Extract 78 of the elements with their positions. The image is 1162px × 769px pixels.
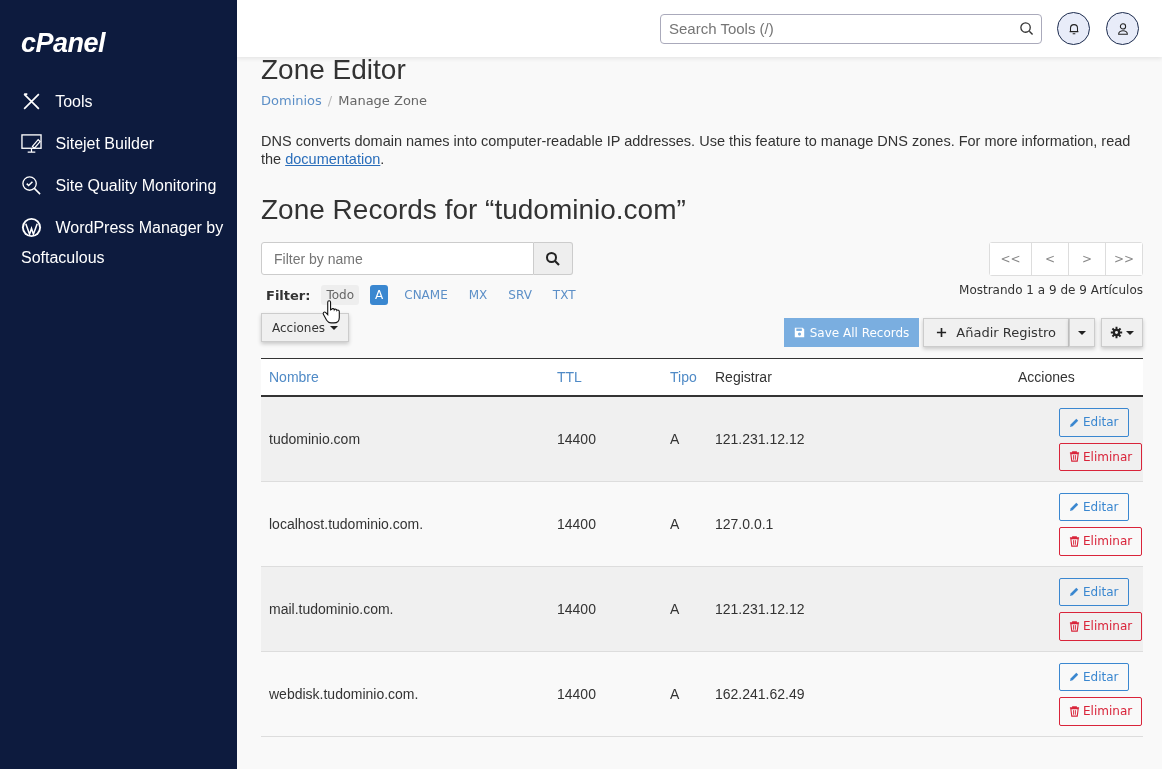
delete-button[interactable]: Eliminar bbox=[1059, 697, 1143, 726]
table-cell: A bbox=[662, 396, 707, 481]
trash-icon bbox=[1069, 705, 1080, 717]
table-cell: tudominio.com bbox=[261, 396, 549, 481]
column-header: Registrar bbox=[707, 358, 950, 396]
settings-button[interactable] bbox=[1101, 318, 1143, 347]
table-cell: 127.0.0.1 bbox=[707, 481, 950, 566]
wordpress-icon bbox=[21, 217, 42, 238]
trash-icon bbox=[1069, 535, 1080, 547]
sidebar-item[interactable]: Sitejet Builder bbox=[21, 129, 226, 159]
magnifier-icon bbox=[21, 175, 42, 196]
trash-icon bbox=[1069, 620, 1080, 632]
table-cell: 121.231.12.12 bbox=[707, 396, 950, 481]
pencil-icon bbox=[1069, 416, 1080, 428]
settings-icon bbox=[1110, 326, 1123, 339]
breadcrumb-item: Manage Zone bbox=[338, 93, 428, 108]
pencil-icon bbox=[1069, 671, 1080, 683]
table-cell: A bbox=[662, 566, 707, 651]
edit-button[interactable]: Editar bbox=[1059, 662, 1129, 691]
search-field[interactable]: Search Tools (/) bbox=[660, 13, 1042, 44]
search-button[interactable] bbox=[534, 242, 573, 275]
filter-tab[interactable]: TXT bbox=[547, 285, 581, 305]
filter-tab[interactable]: MX bbox=[463, 285, 493, 305]
edit-button[interactable]: Editar bbox=[1059, 408, 1129, 437]
trash-icon bbox=[1069, 451, 1080, 463]
table-cell: 14400 bbox=[549, 651, 662, 736]
actions-dropdown[interactable]: Acciones bbox=[261, 313, 350, 342]
delete-button[interactable]: Eliminar bbox=[1059, 612, 1143, 641]
table-cell: 14400 bbox=[549, 396, 662, 481]
column-header: Acciones bbox=[949, 358, 1143, 396]
add-options-button[interactable] bbox=[1069, 318, 1095, 347]
filter-tab[interactable]: CNAME bbox=[399, 285, 453, 305]
table-cell: 14400 bbox=[549, 481, 662, 566]
pagination-info: Mostrando 1 a 9 de 9 Artículos bbox=[959, 283, 1143, 297]
filter-tab[interactable]: SRV bbox=[503, 285, 537, 305]
user-button[interactable] bbox=[1106, 12, 1139, 45]
pencil-icon bbox=[1069, 501, 1080, 513]
table-cell: localhost.tudominio.com. bbox=[261, 481, 549, 566]
edit-button[interactable]: Editar bbox=[1059, 492, 1129, 521]
add-record-button[interactable]: Añadir Registro bbox=[923, 318, 1069, 347]
monitor-icon bbox=[21, 133, 42, 154]
page-title: Zone Editor bbox=[261, 53, 407, 87]
search-icon bbox=[545, 250, 561, 267]
edit-button[interactable]: Editar bbox=[1059, 577, 1129, 606]
table-cell: mail.tudominio.com. bbox=[261, 566, 549, 651]
filter-field[interactable]: Filter by name bbox=[261, 242, 534, 275]
breadcrumb-item[interactable]: Dominios bbox=[261, 93, 322, 108]
column-header[interactable]: Tipo bbox=[662, 358, 707, 396]
pencil-icon bbox=[1069, 586, 1080, 598]
sidebar-item[interactable]: Site Quality Monitoring bbox=[21, 171, 226, 201]
pagination-button[interactable]: >> bbox=[1105, 243, 1142, 275]
sidebar-item[interactable]: WordPress Manager by Softaculous bbox=[21, 213, 226, 273]
tools-icon bbox=[21, 91, 42, 112]
plus-icon bbox=[936, 327, 948, 338]
sidebar-item[interactable]: Tools bbox=[21, 87, 226, 117]
filter-tab[interactable]: A bbox=[370, 285, 389, 305]
section-title: Zone Records for “tudominio.com” bbox=[261, 194, 687, 226]
save-all-button[interactable]: Save All Records bbox=[783, 318, 920, 347]
logo[interactable]: cPanel bbox=[21, 28, 106, 59]
table-cell: A bbox=[662, 481, 707, 566]
filter-tab[interactable]: Todo bbox=[321, 285, 360, 305]
intro-text: DNS converts domain names into computer-readable IP addresses. Use this feature to manage DNS zones. For more information, read the documentation. bbox=[261, 132, 1132, 168]
search-icon bbox=[1019, 20, 1034, 36]
delete-button[interactable]: Eliminar bbox=[1059, 442, 1143, 471]
user-icon bbox=[1115, 21, 1130, 36]
delete-button[interactable]: Eliminar bbox=[1059, 527, 1143, 556]
breadcrumb-separator: / bbox=[327, 93, 333, 108]
table-cell: 162.241.62.49 bbox=[707, 651, 950, 736]
notifications-button[interactable] bbox=[1057, 12, 1090, 45]
column-header[interactable]: TTL bbox=[549, 358, 662, 396]
filter-label: Filter: bbox=[266, 287, 311, 303]
table-cell: webdisk.tudominio.com. bbox=[261, 651, 549, 736]
table-cell: 121.231.12.12 bbox=[707, 566, 950, 651]
hand-cursor-icon bbox=[322, 300, 340, 324]
table-cell: 14400 bbox=[549, 566, 662, 651]
column-header[interactable]: Nombre bbox=[261, 358, 549, 396]
floppy-icon bbox=[793, 327, 805, 338]
table-cell: A bbox=[662, 651, 707, 736]
